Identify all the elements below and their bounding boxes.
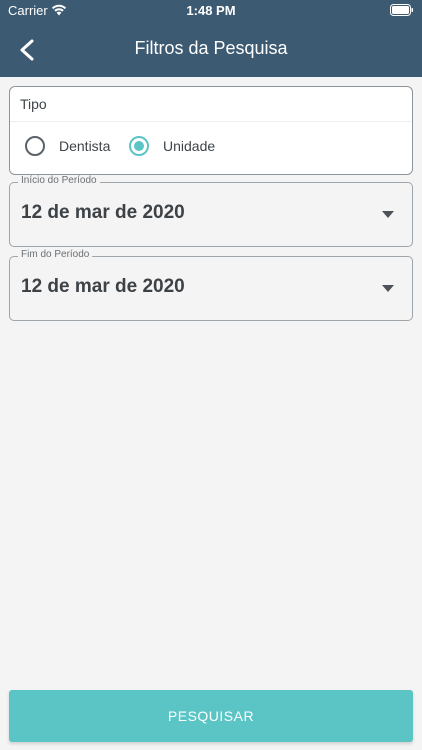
radio-label-unidade: Unidade	[163, 138, 216, 154]
inicio-periodo-field[interactable]: Início do Período 12 de mar de 2020	[9, 175, 413, 247]
status-bar: Carrier 1:48 PM	[0, 0, 422, 22]
radio-selected-dot	[134, 141, 144, 151]
inicio-periodo-value: 12 de mar de 2020	[21, 202, 185, 223]
battery-icon	[390, 4, 413, 16]
radio-dentista[interactable]: Dentista	[25, 135, 135, 159]
fim-periodo-label: Fim do Período	[18, 249, 93, 260]
page-title: Filtros da Pesquisa	[134, 38, 288, 58]
dropdown-arrow-icon	[382, 285, 394, 292]
fim-periodo-field[interactable]: Fim do Período 12 de mar de 2020	[9, 249, 413, 321]
inicio-periodo-label: Início do Período	[18, 175, 100, 186]
radio-circle-dentista	[25, 136, 45, 156]
tipo-card: Tipo Dentista Unidade	[9, 86, 413, 175]
navigation-bar: Carrier 1:48 PM Filtros da Pesquisa	[0, 0, 422, 77]
tipo-divider	[10, 121, 412, 122]
status-time: 1:48 PM	[186, 3, 236, 18]
fim-periodo-value: 12 de mar de 2020	[21, 276, 185, 297]
dropdown-arrow-icon	[382, 211, 394, 218]
radio-label-dentista: Dentista	[59, 138, 111, 154]
radio-circle-unidade	[129, 136, 149, 156]
search-button[interactable]: PESQUISAR	[9, 690, 413, 742]
radio-unidade[interactable]: Unidade	[129, 135, 239, 159]
tipo-label: Tipo	[20, 96, 47, 112]
